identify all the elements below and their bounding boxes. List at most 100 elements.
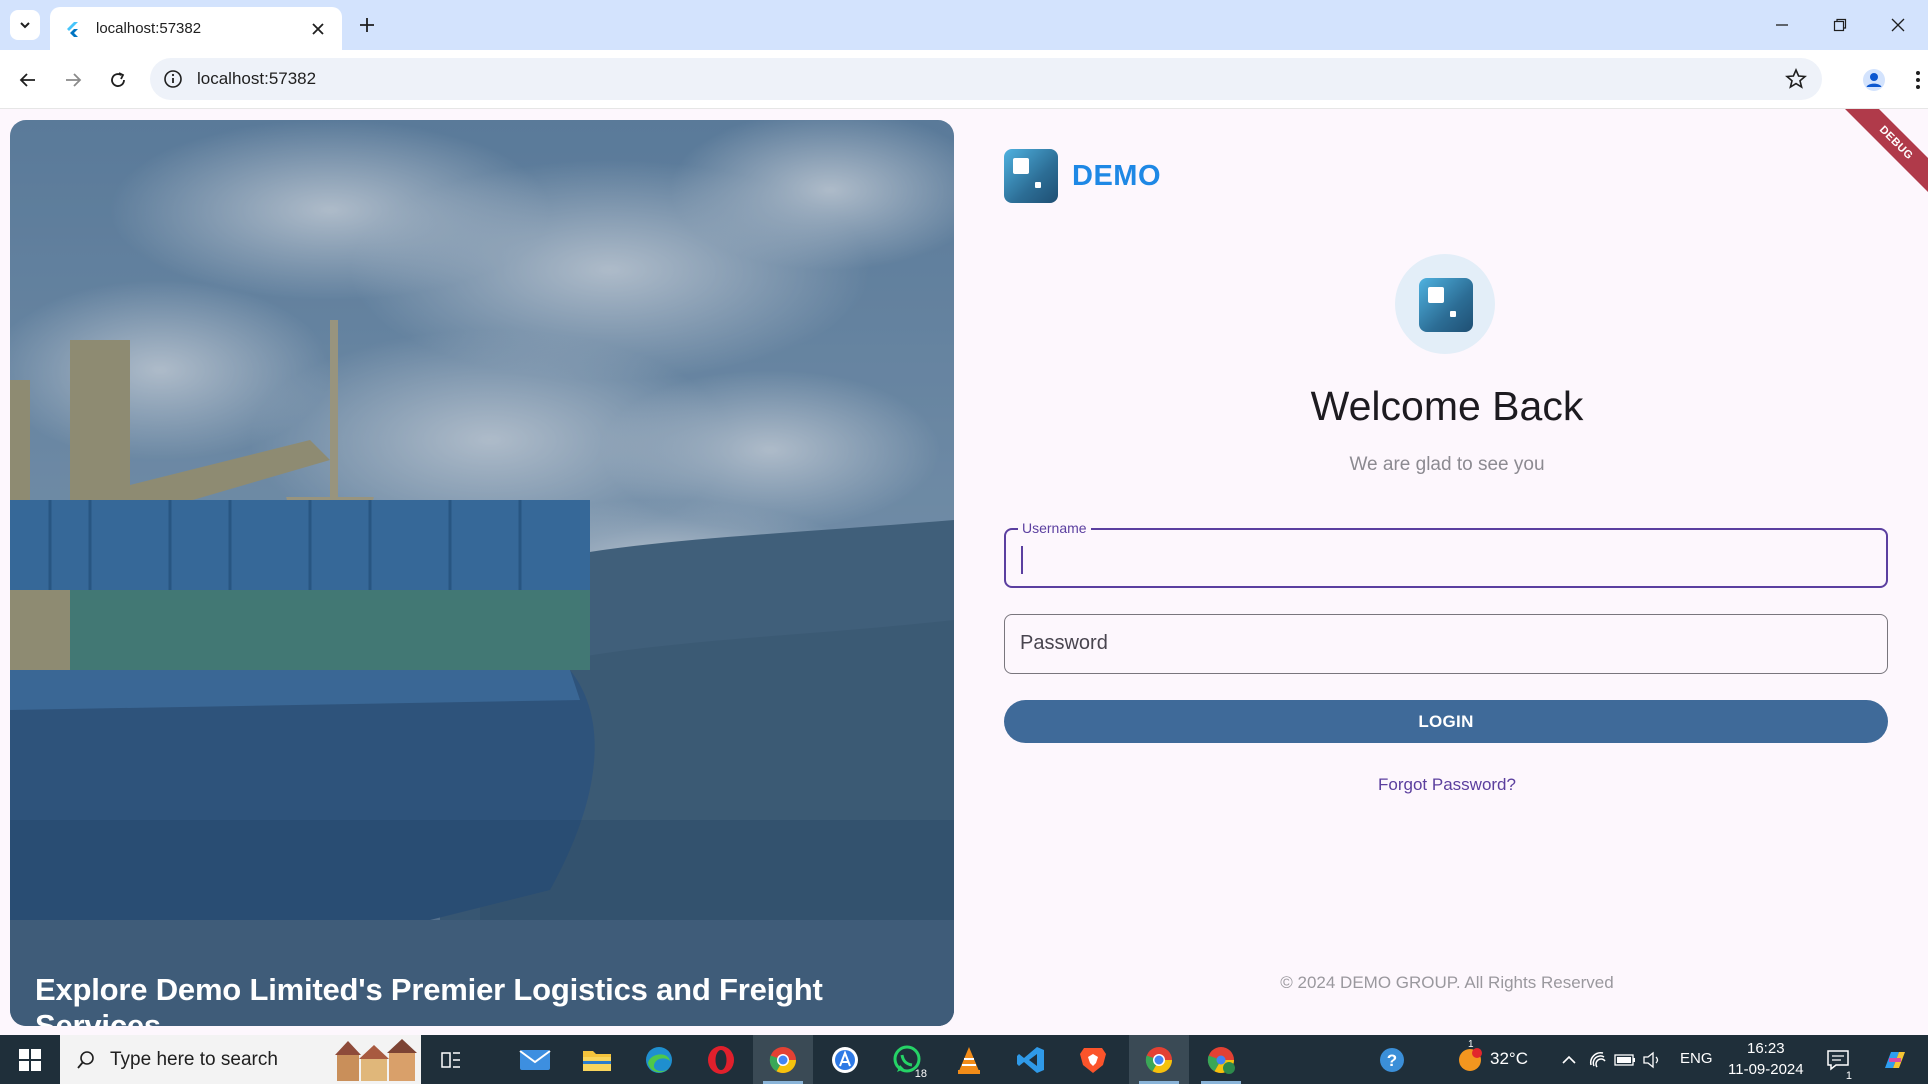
vlc-icon [958,1046,980,1074]
more-vert-icon [1916,71,1920,89]
logo-avatar [1395,254,1495,354]
chevron-down-icon [20,22,30,29]
chevron-up-icon [1562,1055,1576,1064]
copilot-icon [1885,1051,1905,1068]
new-tab-button[interactable] [354,12,380,38]
browser-tab[interactable]: localhost:57382 [50,7,342,50]
help-icon: ? [1380,1047,1404,1072]
svg-text:?: ? [1387,1051,1397,1070]
weather-temperature[interactable]: 32°C [1490,1049,1528,1069]
menu-button[interactable] [1902,64,1928,96]
hero-caption: Explore Demo Limited's Premier Logistics… [35,972,823,1026]
taskbar-edge[interactable] [629,1035,689,1084]
vscode-icon [1017,1046,1044,1073]
folder-icon [583,1050,611,1071]
address-bar[interactable]: localhost:57382 [150,58,1822,100]
tab-title: localhost:57382 [96,20,202,37]
taskbar-app-store[interactable] [815,1035,875,1084]
wifi-icon [1589,1051,1606,1067]
opera-icon [708,1045,734,1074]
edge-icon [646,1046,672,1073]
profile-button[interactable] [1858,64,1890,96]
taskbar-chrome-active[interactable] [1129,1035,1189,1084]
welcome-subtitle: We are glad to see you [1349,454,1545,475]
login-button[interactable]: LOGIN [1004,700,1888,743]
cargo-ship-illustration [10,120,954,1026]
search-icon [77,1050,94,1069]
clock-time[interactable]: 16:23 [1747,1040,1785,1057]
windows-taskbar: Type here to search 18 ? 32°C 1 ENG 16:2… [0,1035,1928,1084]
password-field[interactable]: Password [1004,614,1888,674]
back-button[interactable] [12,64,44,96]
search-highlight-icon [335,1039,417,1081]
taskbar-vlc[interactable] [939,1035,999,1084]
help-tray-button[interactable]: ? [1370,1035,1414,1084]
tab-search-button[interactable] [10,10,40,40]
brave-icon [1080,1047,1106,1073]
browser-tab-bar: localhost:57382 [0,0,1928,50]
browser-toolbar: localhost:57382 [0,50,1928,109]
taskbar-opera[interactable] [691,1035,751,1084]
volume-button[interactable] [1637,1035,1667,1084]
plus-icon [360,18,374,32]
tray-overflow-button[interactable] [1554,1035,1584,1084]
chrome-icon [769,1046,797,1073]
restore-button[interactable] [1812,0,1868,50]
taskbar-whatsapp[interactable]: 18 [877,1035,937,1084]
taskbar-vscode[interactable] [1001,1035,1061,1084]
clock-date[interactable]: 11-09-2024 [1728,1061,1804,1078]
notification-center-button[interactable]: 1 [1816,1035,1860,1084]
username-field[interactable]: Username [1004,520,1888,588]
hero-image-panel: Explore Demo Limited's Premier Logistics… [10,120,954,1026]
password-placeholder: Password [1020,632,1108,654]
notification-icon [1827,1049,1849,1071]
reload-icon [111,72,125,87]
minimize-button[interactable] [1754,0,1810,50]
forgot-password-label[interactable]: Forgot Password? [1378,775,1516,794]
taskbar-brave[interactable] [1063,1035,1123,1084]
profile-icon [1863,69,1885,91]
language-indicator[interactable]: ENG [1680,1050,1713,1067]
chrome-profile-icon [1207,1046,1235,1074]
copyright-text: © 2024 DEMO GROUP. All Rights Reserved [1280,973,1614,992]
text-caret [1021,546,1023,574]
taskbar-search-box[interactable]: Type here to search [60,1035,421,1084]
close-window-button[interactable] [1870,0,1926,50]
windows-icon [19,1048,41,1071]
username-label: Username [1018,520,1091,536]
battery-icon [1614,1053,1635,1066]
taskbar-mail[interactable] [505,1035,565,1084]
info-icon[interactable] [162,68,184,90]
taskbar-chrome-profile[interactable] [1191,1035,1251,1084]
url-text[interactable]: localhost:57382 [197,69,316,89]
start-button[interactable] [0,1035,60,1084]
forgot-password-link[interactable]: Forgot Password? [1004,775,1890,795]
login-page: Explore Demo Limited's Premier Logistics… [0,109,1928,1035]
welcome-title: Welcome Back [1310,383,1584,429]
tab-close-button[interactable] [308,19,328,39]
taskbar-file-explorer[interactable] [567,1035,627,1084]
mail-icon [519,1049,551,1070]
battery-button[interactable] [1610,1035,1640,1084]
arrow-right-icon [66,73,82,87]
restore-icon [1833,18,1847,32]
notification-badge: 1 [1843,1070,1854,1082]
debug-banner: DEBUG [1838,109,1928,201]
copilot-button[interactable] [1870,1035,1920,1084]
weather-badge: 1 [1468,1039,1474,1050]
forward-button[interactable] [57,64,89,96]
close-icon [312,22,324,35]
reload-button[interactable] [102,64,134,96]
taskbar-task-view[interactable] [421,1035,481,1084]
brand-name: DEMO [1072,159,1161,192]
weather-sun-icon [1459,1047,1482,1071]
app-store-icon [832,1046,858,1073]
arrow-left-icon [19,73,35,87]
task-view-icon [441,1051,460,1068]
flutter-icon [67,21,78,37]
taskbar-chrome[interactable] [753,1035,813,1084]
demo-logo-icon [1419,278,1473,332]
star-icon[interactable] [1784,67,1808,91]
search-placeholder: Type here to search [110,1048,278,1070]
whatsapp-badge: 18 [912,1068,929,1080]
